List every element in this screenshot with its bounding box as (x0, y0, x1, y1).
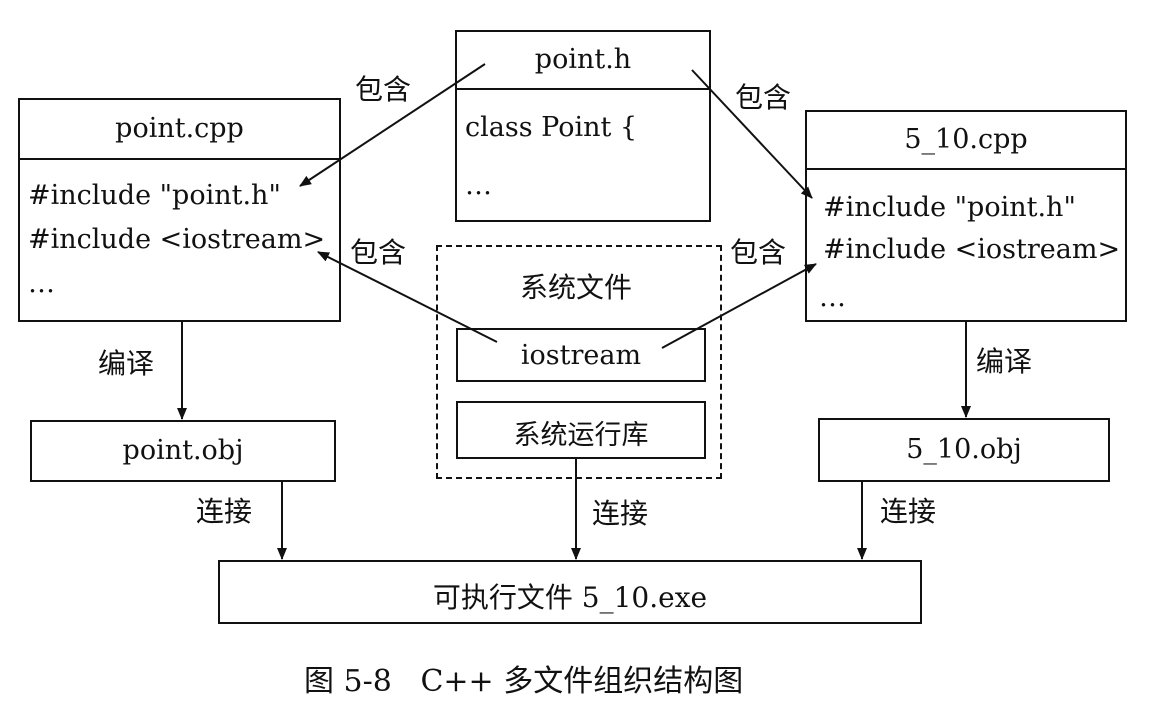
diagram: point.h class Point { … point.cpp #inclu… (0, 0, 1153, 709)
arrow-iostream-to-point-cpp (317, 251, 498, 343)
arrow-iostream-to-main-cpp (661, 263, 817, 349)
arrows-layer (177, 63, 971, 560)
arrow-point-h-to-main-cpp (691, 69, 813, 199)
arrow-point-h-to-point-cpp (299, 63, 486, 187)
